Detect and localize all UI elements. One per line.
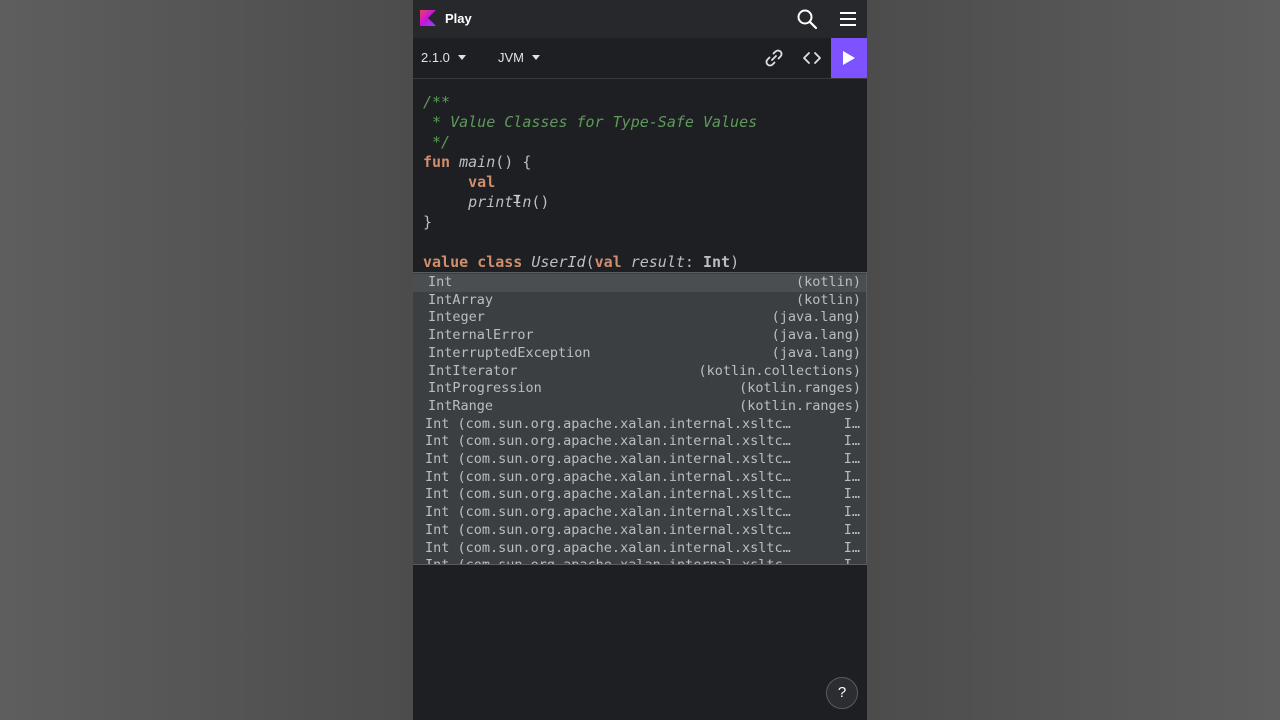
completion-item[interactable]: Int (com.sun.org.apache.xalan.internal.x… <box>413 540 866 558</box>
completion-item-package: (kotlin) <box>795 274 861 290</box>
completion-item[interactable]: IntIterator (kotlin.collections) <box>413 363 866 381</box>
playground-app: Play 2.1.0 JVM /** * Value Classes for T… <box>413 0 867 720</box>
chevron-down-icon <box>532 55 540 60</box>
completion-item[interactable]: Int (com.sun.org.apache.xalan.internal.x… <box>413 416 866 434</box>
blurred-background-left <box>0 0 413 720</box>
completion-item-name: Int (com.sun.org.apache.xalan.internal.x… <box>425 557 791 564</box>
code-line: /** <box>423 93 451 111</box>
blurred-background-right <box>867 0 1280 720</box>
completion-item-package: I… <box>844 557 860 564</box>
completion-item-name: Int (com.sun.org.apache.xalan.internal.x… <box>425 486 791 503</box>
completion-item[interactable]: Int (com.sun.org.apache.xalan.internal.x… <box>413 504 866 522</box>
completion-item[interactable]: Int (com.sun.org.apache.xalan.internal.x… <box>413 522 866 540</box>
code-line: * Value Classes for Type-Safe Values <box>423 113 758 131</box>
code-line: val <box>468 173 496 191</box>
completion-item-package: I… <box>843 521 860 538</box>
completion-item[interactable]: Int (com.sun.org.apache.xalan.internal.x… <box>413 486 866 504</box>
completion-item-package: (kotlin) <box>795 291 861 308</box>
completion-item-name: IntIterator <box>428 362 518 379</box>
completion-item-name: Int (com.sun.org.apache.xalan.internal.x… <box>425 433 791 450</box>
completion-item-package: I… <box>843 539 860 556</box>
completion-item-package: I… <box>843 451 860 467</box>
completion-item-package: I… <box>843 486 860 503</box>
target-platform-value: JVM <box>498 50 524 65</box>
kotlin-version-select[interactable]: 2.1.0 <box>421 50 466 65</box>
chevron-down-icon <box>457 55 466 60</box>
hamburger-menu-icon[interactable] <box>838 9 858 29</box>
completion-item[interactable]: Int (com.sun.org.apache.xalan.internal.x… <box>413 433 866 451</box>
kotlin-version-value: 2.1.0 <box>421 50 450 65</box>
completion-item-package: I… <box>843 415 860 432</box>
play-icon <box>843 51 855 65</box>
target-platform-select[interactable]: JVM <box>498 50 540 65</box>
app-title: Play <box>445 11 472 26</box>
completion-item[interactable]: Integer (java.lang) <box>413 309 866 327</box>
completion-item[interactable]: InterruptedException (java.lang) <box>413 345 866 363</box>
code-line: */ <box>423 133 451 151</box>
completion-item-name: Int (com.sun.org.apache.xalan.internal.x… <box>425 504 791 521</box>
completion-item[interactable]: Int (kotlin) <box>413 274 866 292</box>
completion-item-name: Int (com.sun.org.apache.xalan.internal.x… <box>425 468 791 485</box>
completion-item-package: (java.lang) <box>771 344 861 361</box>
top-bar: Play <box>413 0 867 38</box>
completion-item-package: I… <box>843 504 860 521</box>
completion-item-name: Int (com.sun.org.apache.xalan.internal.x… <box>425 415 791 432</box>
code-line: println() <box>468 193 550 211</box>
text-cursor-icon: ⌶ <box>513 192 521 207</box>
completion-item-name: Int (com.sun.org.apache.xalan.internal.x… <box>425 521 791 538</box>
completion-item-package: (kotlin.ranges) <box>739 380 861 397</box>
completion-item[interactable]: IntRange (kotlin.ranges) <box>413 398 866 416</box>
editor-toolbar: 2.1.0 JVM <box>413 38 867 79</box>
search-icon[interactable] <box>796 8 818 30</box>
completion-item-name: IntRange <box>428 397 494 414</box>
completion-item-name: Int <box>428 274 453 290</box>
completion-item-name: InterruptedException <box>428 344 591 361</box>
completion-item[interactable]: Int (com.sun.org.apache.xalan.internal.x… <box>413 451 866 469</box>
completion-item-name: Integer <box>428 309 485 326</box>
autocomplete-popup[interactable]: Int (kotlin) IntArray (kotlin) Integer (java.… <box>413 272 867 565</box>
help-button[interactable]: ? <box>826 677 858 709</box>
code-line: } <box>423 213 433 231</box>
completion-item[interactable]: IntProgression (kotlin.ranges) <box>413 380 866 398</box>
completion-item-package: (kotlin.ranges) <box>739 397 861 414</box>
completion-item[interactable]: Int (com.sun.org.apache.xalan.internal.x… <box>413 557 866 564</box>
completion-item-package: (java.lang) <box>771 327 861 344</box>
link-icon[interactable] <box>763 47 785 69</box>
completion-item-name: Int (com.sun.org.apache.xalan.internal.x… <box>425 451 791 467</box>
completion-item-name: IntProgression <box>428 380 542 397</box>
completion-item[interactable]: IntArray (kotlin) <box>413 292 866 310</box>
completion-item-name: Int (com.sun.org.apache.xalan.internal.x… <box>425 539 791 556</box>
code-line: value class UserId(val result: Int) <box>423 253 740 271</box>
kotlin-logo-icon[interactable] <box>420 10 436 26</box>
run-button[interactable] <box>831 38 867 78</box>
completion-item-name: IntArray <box>428 291 494 308</box>
completion-item-package: (kotlin.collections) <box>698 362 861 379</box>
completion-item-package: (java.lang) <box>771 309 861 326</box>
completion-item-package: I… <box>843 433 860 450</box>
code-brackets-icon[interactable] <box>801 47 823 69</box>
completion-item-name: InternalError <box>428 327 534 344</box>
completion-item[interactable]: InternalError (java.lang) <box>413 327 866 345</box>
completion-item-package: I… <box>843 468 860 485</box>
code-line: fun main() { <box>423 153 532 171</box>
completion-item[interactable]: Int (com.sun.org.apache.xalan.internal.x… <box>413 469 866 487</box>
